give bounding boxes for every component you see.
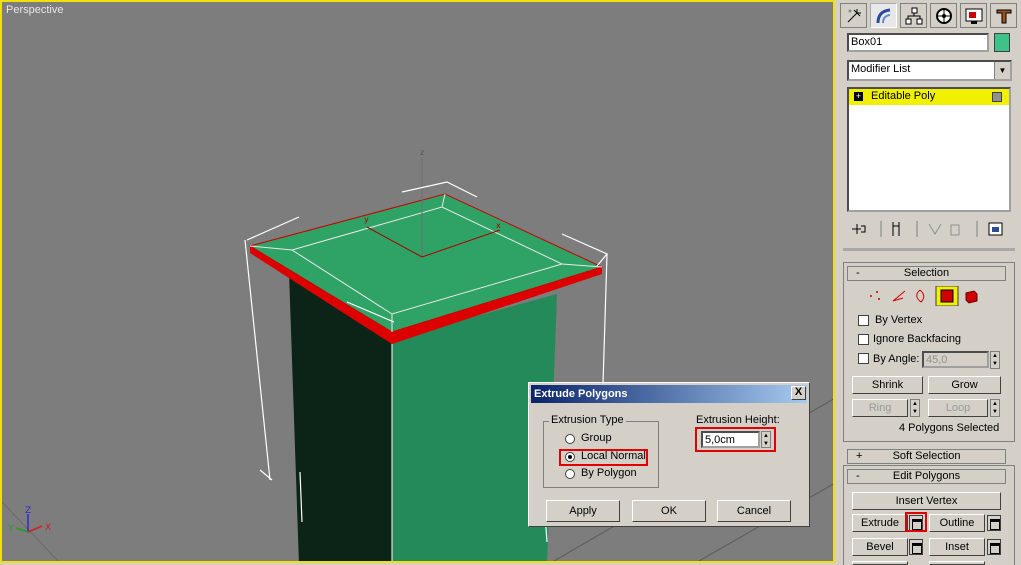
by-angle-label: By Angle:: [873, 353, 920, 365]
show-end-result-icon: [892, 222, 900, 236]
world-x-label: X: [45, 523, 51, 533]
ring-spinner[interactable]: ▲ ▼: [910, 399, 920, 417]
by-angle-field[interactable]: 45,0: [922, 351, 989, 368]
modifier-list-dropdown[interactable]: Modifier List ▼: [847, 60, 1012, 81]
modifier-list-label: Modifier List: [851, 63, 911, 75]
world-z-label: Z: [25, 506, 31, 516]
divider: [843, 248, 1015, 251]
dialog-title-bar[interactable]: Extrude Polygons: [531, 385, 807, 403]
vertex-mode-icon: [870, 291, 880, 300]
bevel-button[interactable]: Bevel: [852, 538, 908, 556]
configure-modifier-sets-icon: [988, 222, 1003, 236]
stack-toolbar: [852, 221, 1003, 237]
ignore-backfacing-checkbox[interactable]: [858, 334, 869, 345]
border-mode-icon: [916, 289, 925, 303]
extrude-polygons-dialog: Extrude Polygons X Extrusion Type Group …: [528, 382, 810, 527]
stack-item-editable-poly[interactable]: + Editable Poly: [849, 89, 1009, 105]
hierarchy-icon: [905, 7, 922, 24]
dialog-title: Extrude Polygons: [534, 388, 628, 400]
by-vertex-label: By Vertex: [875, 314, 923, 326]
stack-item-swatch: [992, 92, 1002, 102]
extrusion-height-label: Extrusion Height:: [696, 414, 780, 426]
hierarchy-tab[interactable]: [900, 3, 927, 28]
world-y-label: Y: [7, 524, 14, 534]
bevel-settings-button[interactable]: [909, 539, 923, 555]
partial-button[interactable]: [929, 561, 985, 565]
apply-button[interactable]: Apply: [546, 500, 620, 522]
display-tab[interactable]: [960, 3, 987, 28]
selection-title: Selection: [903, 267, 950, 279]
cancel-button[interactable]: Cancel: [717, 500, 791, 522]
inset-settings-button[interactable]: [987, 539, 1001, 555]
edit-polygons-title: Edit Polygons: [892, 470, 961, 482]
modify-icon: [876, 8, 890, 23]
insert-vertex-button[interactable]: Insert Vertex: [852, 492, 1001, 510]
gizmo-z-label: z: [420, 148, 424, 157]
display-icon: [965, 8, 982, 24]
polygon-mode-icon: [940, 289, 954, 303]
inset-button[interactable]: Inset: [929, 538, 985, 556]
group-label: Group: [581, 432, 612, 444]
extrude-button[interactable]: Extrude: [852, 514, 908, 532]
loop-button[interactable]: Loop: [928, 399, 988, 417]
by-angle-spinner[interactable]: ▲ ▼: [990, 351, 1000, 369]
by-polygon-label: By Polygon: [581, 467, 637, 479]
remove-modifier-icon: [950, 224, 960, 236]
soft-selection-title: Soft Selection: [892, 450, 961, 462]
motion-tab[interactable]: [930, 3, 957, 28]
motion-icon: [935, 7, 952, 24]
expand-plus-icon[interactable]: +: [854, 92, 863, 101]
selection-rollout-header[interactable]: - Selection: [847, 266, 1006, 281]
stack-item-label: Editable Poly: [871, 90, 936, 102]
ok-button[interactable]: OK: [632, 500, 706, 522]
expand-plus-icon: +: [856, 450, 863, 462]
edge-mode-icon: [892, 290, 906, 302]
collapse-minus-icon: -: [856, 267, 860, 279]
by-vertex-checkbox[interactable]: [858, 315, 869, 326]
command-panel: Box01 Modifier List ▼ + Editable Poly - …: [837, 0, 1021, 565]
modify-tab[interactable]: [870, 3, 897, 28]
make-unique-icon: [928, 223, 942, 235]
outline-settings-button[interactable]: [987, 515, 1001, 531]
group-radio[interactable]: [565, 434, 575, 444]
subobject-toolbar: [870, 286, 978, 306]
object-color-swatch[interactable]: [994, 33, 1010, 52]
by-angle-checkbox[interactable]: [858, 353, 869, 364]
ring-button[interactable]: Ring: [852, 399, 908, 417]
extrusion-height-highlight: [695, 427, 776, 452]
selection-status: 4 Polygons Selected: [899, 422, 1000, 434]
shrink-button[interactable]: Shrink: [852, 376, 923, 394]
extrude-settings-highlight: [905, 512, 927, 532]
grow-button[interactable]: Grow: [928, 376, 1001, 394]
viewport-label[interactable]: Perspective: [6, 4, 63, 16]
utilities-tab[interactable]: [990, 3, 1017, 28]
outline-button[interactable]: Outline: [929, 514, 985, 532]
partial-button[interactable]: [852, 561, 908, 565]
edit-polygons-rollout-header[interactable]: - Edit Polygons: [847, 469, 1006, 484]
pin-stack-icon: [852, 224, 866, 234]
by-polygon-radio[interactable]: [565, 469, 575, 479]
ignore-backfacing-label: Ignore Backfacing: [873, 333, 962, 345]
local-normal-highlight: [559, 449, 648, 466]
gizmo-y-label: y: [364, 215, 369, 224]
object-name-field[interactable]: Box01: [847, 33, 989, 52]
close-icon[interactable]: X: [791, 386, 806, 400]
loop-spinner[interactable]: ▲ ▼: [990, 399, 1000, 417]
soft-selection-rollout-header[interactable]: + Soft Selection: [847, 449, 1006, 464]
create-tab[interactable]: [840, 3, 867, 28]
collapse-minus-icon: -: [856, 470, 860, 482]
modifier-stack[interactable]: + Editable Poly: [847, 87, 1011, 212]
extrusion-type-label: Extrusion Type: [549, 414, 626, 426]
create-icon: [847, 8, 861, 22]
utilities-icon: [996, 9, 1011, 23]
element-mode-icon: [965, 290, 978, 304]
chevron-down-icon[interactable]: ▼: [994, 62, 1010, 79]
gizmo-x-label: x: [496, 221, 501, 230]
